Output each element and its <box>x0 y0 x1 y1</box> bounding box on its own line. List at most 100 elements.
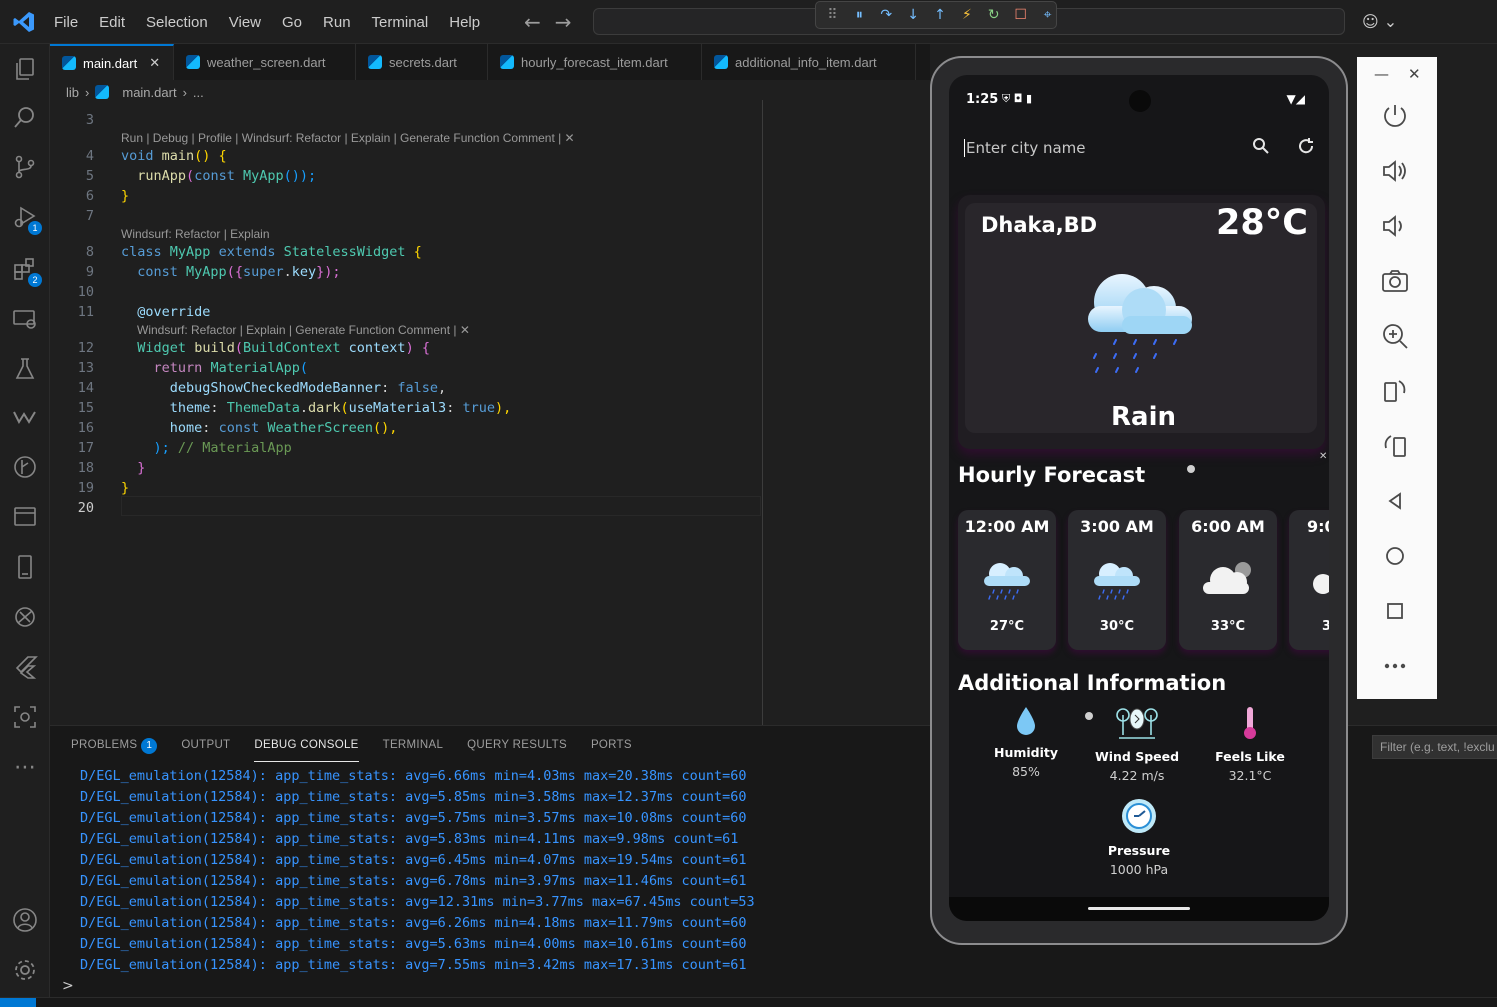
code-lens-build[interactable]: Windsurf: Refactor | Explain | Generate … <box>137 322 470 338</box>
hot-reload-icon[interactable]: ⚡ <box>958 7 975 23</box>
remote-indicator[interactable] <box>0 998 36 1007</box>
breadcrumb-folder[interactable]: lib <box>66 85 79 100</box>
breadcrumb-file[interactable]: main.dart <box>122 85 176 100</box>
filter-input[interactable]: Filter (e.g. text, !exclu <box>1372 735 1497 759</box>
testing-icon[interactable] <box>11 356 39 384</box>
menu-terminal[interactable]: Terminal <box>372 14 429 31</box>
panel-tab-ports[interactable]: PORTS <box>591 736 632 762</box>
rotate-left-icon[interactable] <box>1379 375 1411 407</box>
step-over-icon[interactable]: ↷ <box>878 7 895 23</box>
console-prompt[interactable]: > <box>62 978 74 994</box>
home-gesture-pill[interactable] <box>1088 907 1190 910</box>
menu-run[interactable]: Run <box>323 14 351 31</box>
remote-icon[interactable] <box>11 704 39 732</box>
more-icon[interactable]: ⋯ <box>11 754 39 782</box>
zoom-icon[interactable] <box>1379 320 1411 352</box>
hourly-card[interactable]: 3:00 AM 30°C <box>1068 510 1166 650</box>
menu-go[interactable]: Go <box>282 14 302 31</box>
hourly-card[interactable]: 12:00 AM 27°C <box>958 510 1056 650</box>
dart-file-icon <box>95 85 110 99</box>
menu-view[interactable]: View <box>229 14 261 31</box>
step-out-icon[interactable]: ↑ <box>932 7 949 23</box>
menu-help[interactable]: Help <box>449 14 480 31</box>
forward-arrow-icon[interactable]: → <box>555 10 572 34</box>
search-icon[interactable] <box>1252 137 1270 160</box>
city-search-input[interactable]: Enter city name <box>964 139 1086 157</box>
back-arrow-icon[interactable]: ← <box>524 10 541 34</box>
restart-icon[interactable]: ↻ <box>985 7 1002 23</box>
emulator-screen[interactable]: 1:25 ⛨ ◘ ▮ ▼◢ Enter city name Dhaka,BD 2… <box>949 75 1329 921</box>
remote-explorer-icon[interactable] <box>11 306 39 334</box>
panel-tab-problems[interactable]: PROBLEMS 1 <box>71 736 158 762</box>
explorer-icon[interactable] <box>11 56 39 84</box>
close-icon[interactable]: ✕ <box>149 55 160 71</box>
volume-down-icon[interactable] <box>1379 210 1411 242</box>
panel-tab-output[interactable]: OUTPUT <box>181 736 230 762</box>
pause-icon[interactable]: ⏸ <box>851 7 868 23</box>
volume-up-icon[interactable] <box>1379 155 1411 187</box>
log-line: D/EGL_emulation(12584): app_time_stats: … <box>80 810 747 826</box>
breadcrumb-more[interactable]: ... <box>193 85 204 100</box>
home-icon[interactable] <box>1379 540 1411 572</box>
info-value: 1000 hPa <box>1109 862 1169 877</box>
panel-tab-debug-console[interactable]: DEBUG CONSOLE <box>254 736 359 762</box>
power-icon[interactable] <box>1379 100 1411 132</box>
code-token: MyApp <box>186 264 227 280</box>
run-debug-icon[interactable]: 1 <box>11 204 42 235</box>
inspect-widget-icon[interactable]: ⌖ <box>1039 7 1056 23</box>
copilot-icon[interactable]: ☺ ⌄ <box>1362 12 1397 31</box>
overlay-close-icon[interactable]: ✕ <box>1319 451 1327 462</box>
panel-tab-terminal[interactable]: TERMINAL <box>383 736 444 762</box>
drag-handle-icon[interactable]: ⠿ <box>824 7 841 23</box>
windsurf-icon[interactable] <box>11 404 39 432</box>
line-number: 6 <box>85 188 94 204</box>
menu-file[interactable]: File <box>54 14 78 31</box>
back-icon[interactable] <box>1379 485 1411 517</box>
accounts-icon[interactable] <box>11 907 39 935</box>
code-token: : <box>202 420 219 436</box>
git-graph-icon[interactable] <box>11 454 39 482</box>
settings-gear-icon[interactable] <box>11 957 39 985</box>
search-icon[interactable] <box>11 104 39 132</box>
code-lens-class[interactable]: Windsurf: Refactor | Explain <box>121 226 270 242</box>
more-icon[interactable] <box>1379 650 1411 682</box>
code-token: Widget <box>137 340 187 356</box>
code-token: ( <box>186 168 195 184</box>
line-number: 12 <box>77 340 94 356</box>
hourly-forecast-list[interactable]: 12:00 AM 27°C 3:00 AM 30°C 6:00 AM 33°C … <box>958 510 1329 650</box>
hourly-card[interactable]: 6:00 AM 33°C <box>1179 510 1277 650</box>
tab-additional-info-item[interactable]: additional_info_item.dart <box>702 44 916 80</box>
line-number: 9 <box>85 264 94 280</box>
hourly-time: 12:00 AM <box>964 517 1050 536</box>
step-into-icon[interactable]: ↓ <box>905 7 922 23</box>
code-lens-main[interactable]: Run | Debug | Profile | Windsurf: Refact… <box>121 130 575 146</box>
overview-icon[interactable] <box>1379 595 1411 627</box>
hourly-card[interactable]: 9:0 3 <box>1289 510 1329 650</box>
tab-hourly-forecast-item[interactable]: hourly_forecast_item.dart <box>488 44 702 80</box>
docker-icon[interactable] <box>11 604 39 632</box>
flutter-icon[interactable] <box>11 654 39 682</box>
ruler-line <box>762 100 763 725</box>
tab-weather-screen[interactable]: weather_screen.dart <box>174 44 356 80</box>
panel-tab-query-results[interactable]: QUERY RESULTS <box>467 736 567 762</box>
close-icon[interactable]: ✕ <box>1408 65 1421 83</box>
device-icon[interactable] <box>11 554 39 582</box>
code-editor[interactable]: 3 Run | Debug | Profile | Windsurf: Refa… <box>50 100 930 725</box>
source-control-icon[interactable] <box>11 154 39 182</box>
minimize-icon[interactable]: — <box>1374 65 1389 83</box>
tab-main-dart[interactable]: main.dart ✕ <box>50 44 174 80</box>
thermometer-icon <box>1244 707 1256 739</box>
rotate-right-icon[interactable] <box>1379 430 1411 462</box>
refresh-icon[interactable] <box>1297 137 1315 160</box>
extensions-icon[interactable]: 2 <box>11 256 42 287</box>
stop-icon[interactable]: ☐ <box>1012 7 1029 23</box>
menu-selection[interactable]: Selection <box>146 14 208 31</box>
camera-icon[interactable] <box>1379 265 1411 297</box>
menu-edit[interactable]: Edit <box>99 14 125 31</box>
code-token: class <box>121 244 162 260</box>
panel-tabs: PROBLEMS 1 OUTPUT DEBUG CONSOLE TERMINAL … <box>71 736 632 762</box>
code-token: ), <box>494 400 512 416</box>
database-icon[interactable] <box>11 504 39 532</box>
tab-secrets[interactable]: secrets.dart <box>356 44 488 80</box>
code-token: key <box>291 264 317 280</box>
